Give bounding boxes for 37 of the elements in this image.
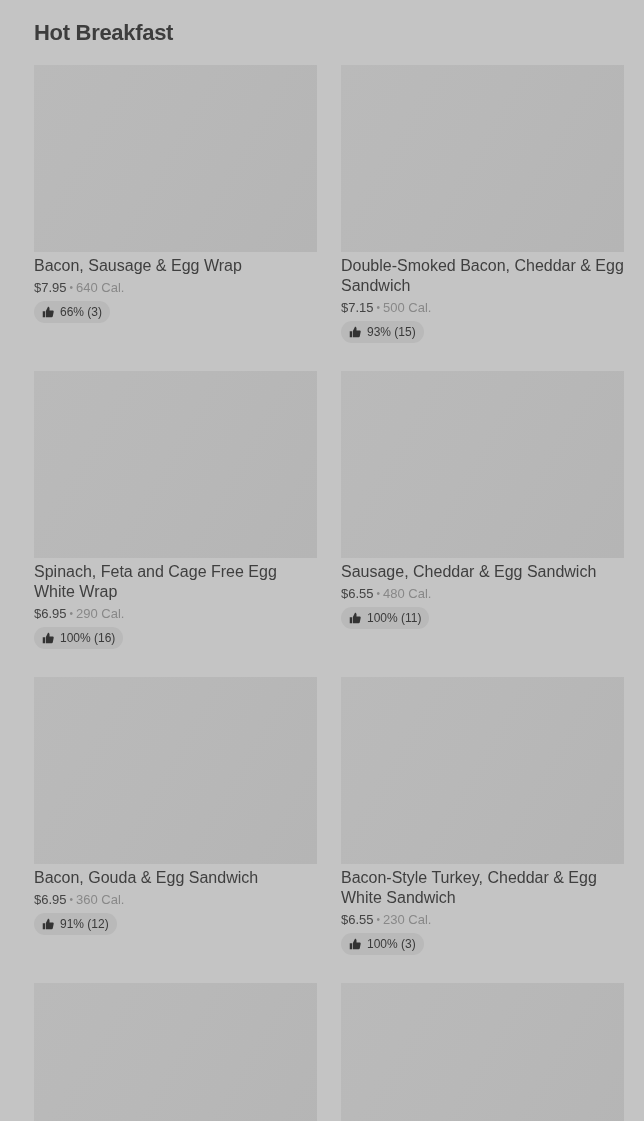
item-calories: 360 Cal. — [76, 891, 125, 908]
item-calories: 500 Cal. — [383, 299, 432, 316]
item-name[interactable]: Bacon, Gouda & Egg Sandwich — [34, 868, 259, 888]
item-price: $7.95 — [34, 279, 67, 296]
item-name[interactable]: Sausage, Cheddar & Egg Sandwich — [341, 562, 597, 582]
rating-badge: 91% (12) — [34, 913, 117, 935]
item-calories: 480 Cal. — [383, 585, 432, 602]
thumbs-up-icon — [42, 306, 54, 318]
separator-dot: • — [376, 301, 381, 315]
thumbs-up-icon — [349, 326, 361, 338]
item-price: $6.95 — [34, 891, 67, 908]
thumbs-up-icon — [42, 632, 54, 644]
thumbs-up-icon — [349, 938, 361, 950]
separator-dot: • — [69, 607, 74, 621]
rating-badge: 66% (3) — [34, 301, 111, 323]
section-title: Hot Breakfast — [34, 19, 175, 47]
thumbs-up-icon — [42, 918, 54, 930]
item-name[interactable]: Spinach, Feta and Cage Free Egg White Wrap — [34, 562, 317, 602]
item-price: $7.15 — [341, 299, 374, 316]
item-price: $6.95 — [34, 605, 67, 622]
rating-badge: 100% (3) — [341, 933, 424, 955]
rating-badge: 100% (16) — [34, 627, 124, 649]
thumbs-up-icon — [349, 612, 361, 624]
item-name[interactable]: Bacon, Sausage & Egg Wrap — [34, 256, 242, 276]
separator-dot: • — [69, 281, 74, 295]
item-price: $6.55 — [341, 585, 374, 602]
separator-dot: • — [69, 893, 74, 907]
separator-dot: • — [376, 913, 381, 927]
item-name[interactable]: Bacon-Style Turkey, Cheddar & Egg White Sandwich — [341, 868, 624, 908]
separator-dot: • — [376, 587, 381, 601]
rating-badge: 100% (11) — [341, 607, 430, 629]
rating-badge: 93% (15) — [341, 321, 424, 343]
item-price: $6.55 — [341, 911, 374, 928]
item-calories: 230 Cal. — [383, 911, 432, 928]
item-name[interactable]: Double-Smoked Bacon, Cheddar & Egg Sandwich — [341, 256, 624, 296]
item-calories: 640 Cal. — [76, 279, 125, 296]
item-calories: 290 Cal. — [76, 605, 125, 622]
